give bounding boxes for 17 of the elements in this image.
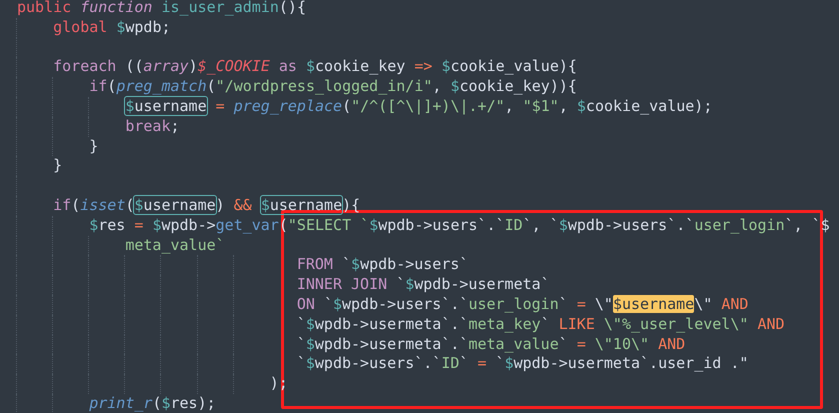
code-line: meta_value` (125, 236, 225, 256)
code-line: `$wpdb->users`.`ID` = `$wpdb->usermeta`.user_id ." (296, 354, 748, 374)
code-line: break; (125, 116, 180, 137)
code-line: FROM `$wpdb->users` (296, 255, 468, 276)
code-line: } (89, 136, 98, 156)
code-line: public function is_user_admin(){ (17, 0, 306, 18)
code-line: $username = preg_replace("/^([^\|]+)\|.+/", "$1", $cookie_value); (125, 96, 712, 117)
code-line: global $wpdb; (53, 18, 171, 38)
code-line: if(preg_match("/wordpress_logged_in/i", $cookie_key)){ (89, 77, 577, 97)
code-line: ON `$wpdb->users`.`user_login` = \"$username\" AND (296, 294, 748, 315)
code-line: if(isset($username) && $username){ (53, 196, 360, 216)
code-line: } (53, 156, 62, 176)
code-line: `$wpdb->usermeta`.`meta_value` = \"10\" AND (296, 334, 686, 354)
code-line: print_r($res); (89, 394, 216, 413)
code-line: INNER JOIN `$wpdb->usermeta` (296, 275, 550, 295)
code-line: foreach ((array)$_COOKIE as $cookie_key => $cookie_value){ (53, 57, 577, 78)
code-line: `$wpdb->usermeta`.`meta_key` LIKE \"%_user_level\" AND (296, 314, 785, 335)
